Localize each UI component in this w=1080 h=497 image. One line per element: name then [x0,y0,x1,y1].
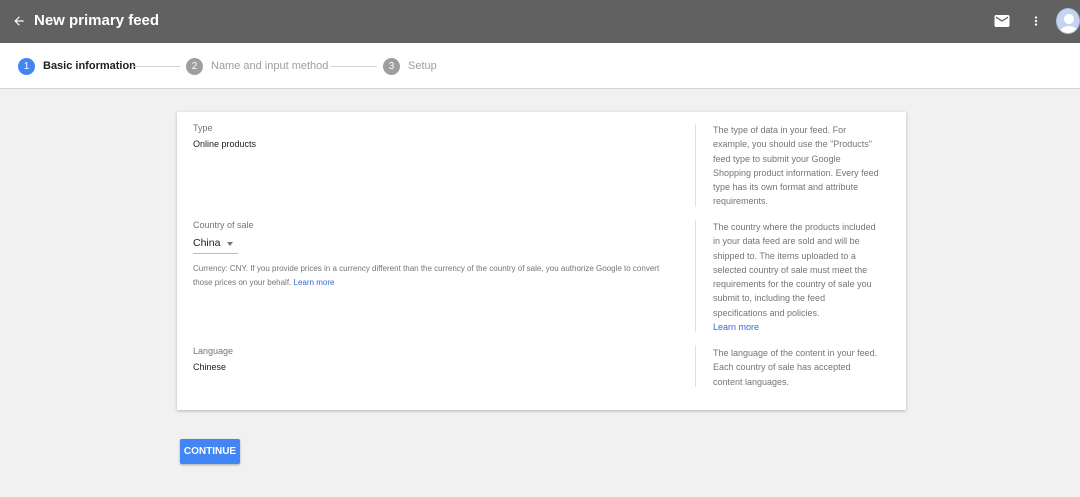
type-label: Type [193,123,213,133]
type-value: Online products [193,139,257,149]
app-bar: New primary feed [0,0,1080,43]
language-help-text: The language of the content in your feed… [713,348,878,387]
page-title: New primary feed [34,12,160,29]
step-basic-information[interactable]: 1 Basic information [18,57,136,75]
step-label: Setup [408,60,437,72]
step-label: Name and input method [211,60,329,72]
language-value: Chinese [193,362,227,372]
country-select[interactable]: China [193,234,238,254]
type-help-text: The type of data in your feed. For examp… [713,125,879,207]
arrow-back-icon [14,16,24,26]
help-divider [695,124,696,207]
stepper: 1 Basic information 2 Name and input met… [0,43,1080,89]
country-learn-more-link[interactable]: Learn more [713,322,759,332]
country-help: The country where the products included … [713,220,881,334]
step-name-and-input-method[interactable]: 2 Name and input method [186,57,328,75]
continue-button[interactable]: CONTINUE [180,439,240,464]
step-number: 2 [186,57,203,75]
help-divider [695,220,696,332]
basic-information-card: Type Online products The type of data in… [177,112,906,410]
country-help-text: The country where the products included … [713,222,876,318]
more-options-button[interactable] [1029,11,1043,31]
mail-icon [994,15,1010,27]
more-vert-icon [1034,16,1038,26]
help-divider [695,345,696,387]
country-selected-value: China [193,237,221,249]
step-label: Basic information [43,60,136,72]
currency-learn-more-link[interactable]: Learn more [294,278,335,287]
step-connector [134,66,180,67]
mail-button[interactable] [993,12,1013,30]
language-label: Language [193,346,234,356]
country-label: Country of sale [193,220,254,230]
currency-note-text: Currency: CNY. If you provide prices in … [193,264,660,287]
step-number: 3 [383,57,400,75]
back-button[interactable] [8,10,30,32]
step-setup[interactable]: 3 Setup [383,57,437,75]
person-icon [1060,14,1078,33]
step-connector [331,66,377,67]
currency-note: Currency: CNY. If you provide prices in … [193,262,673,289]
dropdown-arrow-icon [227,242,233,246]
account-avatar[interactable] [1056,8,1080,34]
step-number: 1 [18,57,35,75]
